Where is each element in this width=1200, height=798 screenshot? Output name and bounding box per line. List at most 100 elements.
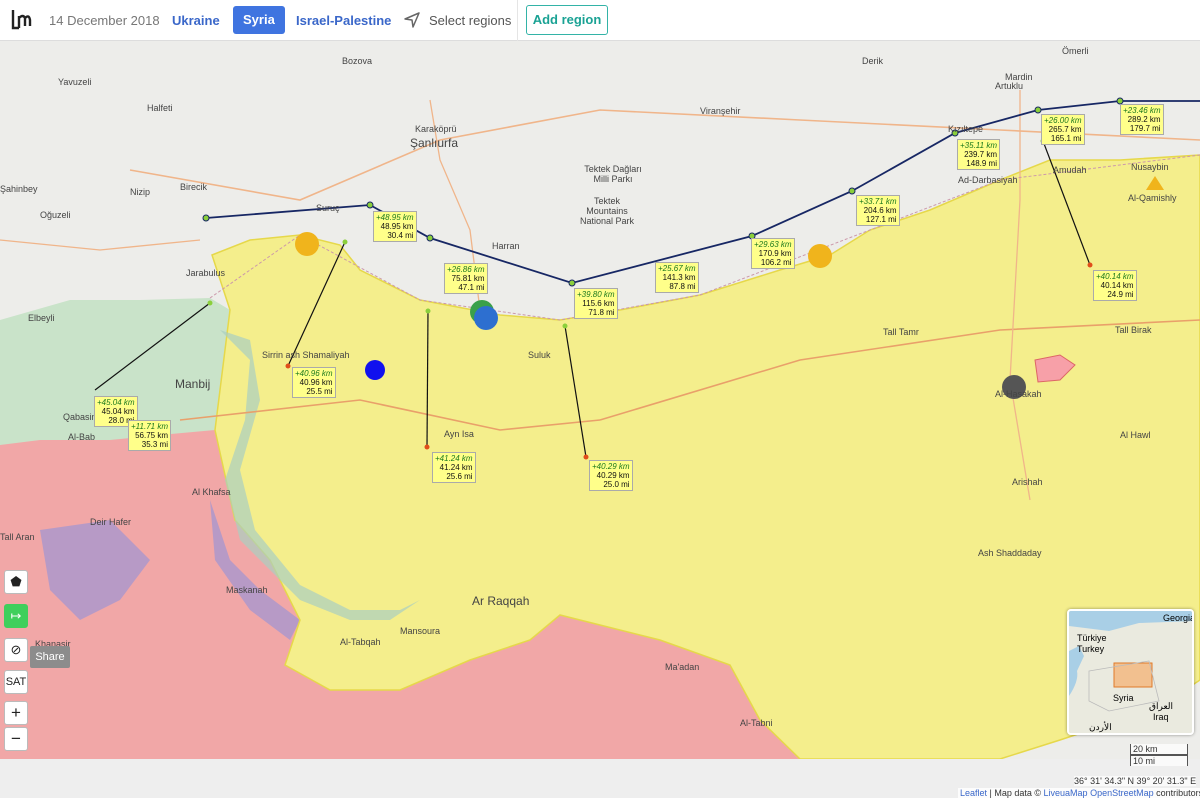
distance-inc: +40.96 km [295,369,333,378]
place-label: Ar Raqqah [472,594,530,608]
map-canvas[interactable]: Bozova Derik Ömerli Yavuzeli Halfeti Karaköpr… [0,41,1200,798]
draw-arrow-button[interactable]: ↦ [4,604,28,628]
distance-inc: +23.46 km [1123,106,1161,115]
distance-label: +29.63 km 170.9 km 106.2 mi [751,238,795,269]
distance-mi: 87.8 mi [669,282,696,291]
distance-km: 170.9 km [758,249,792,258]
place-label: Tall Aran [0,532,35,542]
distance-inc: +33.71 km [859,197,897,206]
distance-label: +40.14 km 40.14 km 24.9 mi [1093,270,1137,301]
distance-km: 45.04 km [101,407,135,416]
distance-km: 41.24 km [439,463,473,472]
place-label: Bozova [342,56,373,66]
distance-inc: +29.63 km [754,240,792,249]
zoom-in-button[interactable]: + [4,701,28,725]
navigation-arrow-icon [404,12,420,28]
inset-label: العراق [1149,701,1174,711]
region-tab-ukraine[interactable]: Ukraine [172,0,220,41]
image-icon[interactable] [808,244,832,268]
place-label: Al-Tabni [740,718,773,728]
distance-km: 40.29 km [596,471,630,480]
place-label: Tektek Dağları Milli Parkı [584,164,642,184]
place-label: Kızıltepe [948,124,984,134]
distance-mi: 179.7 mi [1129,124,1161,133]
attribution: Leaflet | Map data © LiveuaMap OpenStree… [958,788,1200,798]
distance-label: +11.71 km 56.75 km 35.3 mi [128,420,171,451]
place-label: Şanlıurfa [410,136,459,150]
distance-inc: +25.67 km [658,264,696,273]
osm-link[interactable]: OpenStreetMap [1090,788,1154,798]
distance-label: +23.46 km 289.2 km 179.7 mi [1120,104,1164,135]
inset-label: Turkey [1077,644,1105,654]
inset-minimap[interactable]: Georgia Türkiye Turkey Syria العراق Iraq… [1067,609,1194,735]
distance-inc: +35.11 km [960,141,997,150]
inset-label: Syria [1113,693,1134,703]
leaflet-link[interactable]: Leaflet [960,788,987,798]
place-label: Elbeyli [28,313,55,323]
place-label: Oğuzeli [40,210,71,220]
place-label: Viranşehir [700,106,741,116]
distance-label: +26.86 km 75.81 km 47.1 mi [444,263,488,294]
distance-inc: +40.29 km [592,462,630,471]
distance-mi: 24.9 mi [1107,290,1134,299]
distance-mi: 25.0 mi [603,480,630,489]
scale-bar: 20 km 10 mi [1130,744,1188,766]
top-bar: 14 December 2018 Ukraine Syria Israel-Pa… [0,0,1200,41]
place-label: Al-Bab [68,432,96,442]
liveuamap-logo[interactable] [10,8,32,32]
draw-polygon-button[interactable]: ⬟ [4,570,28,594]
date-label[interactable]: 14 December 2018 [49,0,160,41]
place-label: Jarabulus [186,268,226,278]
hide-icon[interactable]: ⊘ [4,638,28,662]
select-regions-button[interactable]: Select regions [429,0,511,41]
distance-label: +35.11 km 239.7 km 148.9 mi [957,139,1000,170]
distance-mi: 165.1 mi [1050,134,1082,143]
distance-label: +33.71 km 204.6 km 127.1 mi [856,195,900,226]
place-label: Amudah [1053,165,1087,175]
place-label: Ma'adan [665,662,700,672]
topbar-divider [517,0,518,41]
place-label: Qabasin [63,412,97,422]
place-label: Al-Hasakah [995,389,1042,399]
place-label: Şahinbey [0,184,38,194]
place-label: Ad-Darbasiyah [958,175,1018,185]
distance-km: 289.2 km [1127,115,1161,124]
megaphone-icon[interactable] [295,232,319,256]
add-region-button[interactable]: Add region [526,5,608,35]
inset-label: Iraq [1153,712,1169,722]
distance-km: 40.96 km [299,378,333,387]
distance-km: 40.14 km [1100,281,1134,290]
distance-km: 204.6 km [863,206,897,215]
region-tab-israel-palestine[interactable]: Israel-Palestine [296,0,391,41]
region-tab-syria[interactable]: Syria [233,6,285,34]
distance-inc: +45.04 km [97,398,135,407]
inset-label: Georgia [1163,613,1194,623]
place-label: Nizip [130,187,151,197]
share-button[interactable]: Share [30,646,70,668]
event-marker[interactable] [365,360,385,380]
distance-mi: 25.6 mi [446,472,473,481]
place-label: Manbij [175,377,211,391]
place-label: Al Hawl [1120,430,1151,440]
distance-inc: +26.00 km [1044,116,1082,125]
satellite-toggle[interactable]: SAT [4,670,28,694]
liveuamap-link[interactable]: LiveuaMap [1044,788,1088,798]
place-label: Ömerli [1062,46,1089,56]
place-label: Deir Hafer [90,517,132,527]
distance-mi: 30.4 mi [387,231,414,240]
zoom-out-button[interactable]: − [4,727,28,751]
distance-label: +40.96 km 40.96 km 25.5 mi [292,367,336,398]
distance-km: 56.75 km [135,431,168,440]
map-layer [0,41,1200,759]
inset-label: Türkiye [1077,633,1107,643]
distance-label: +41.24 km 41.24 km 25.6 mi [432,452,476,483]
airport-icon[interactable] [474,306,498,330]
viewport-rect[interactable] [1113,662,1153,688]
distance-label: +25.67 km 141.3 km 87.8 mi [655,262,699,293]
place-label: Arishah [1012,477,1043,487]
place-label: Maskanah [226,585,268,595]
distance-km: 48.95 km [380,222,414,231]
place-label: Artuklu [995,81,1024,91]
distance-label: +40.29 km 40.29 km 25.0 mi [589,460,633,491]
place-label: Ash Shaddaday [978,548,1042,558]
